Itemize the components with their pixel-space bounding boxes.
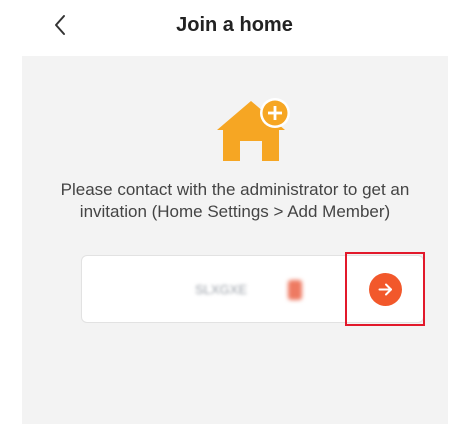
submit-button[interactable] <box>369 273 402 306</box>
page-title: Join a home <box>176 14 293 36</box>
instruction-line: Please contact with the administrator to… <box>60 180 410 199</box>
instruction-text: Please contact with the administrator to… <box>22 179 448 223</box>
invitation-code-input[interactable] <box>82 256 342 322</box>
arrow-right-icon <box>378 283 392 296</box>
text-cursor-mark <box>288 280 302 300</box>
instruction-line: invitation (Home Settings > Add Member) <box>79 202 391 221</box>
house-add-icon <box>217 98 290 161</box>
header: Join a home <box>0 0 469 52</box>
